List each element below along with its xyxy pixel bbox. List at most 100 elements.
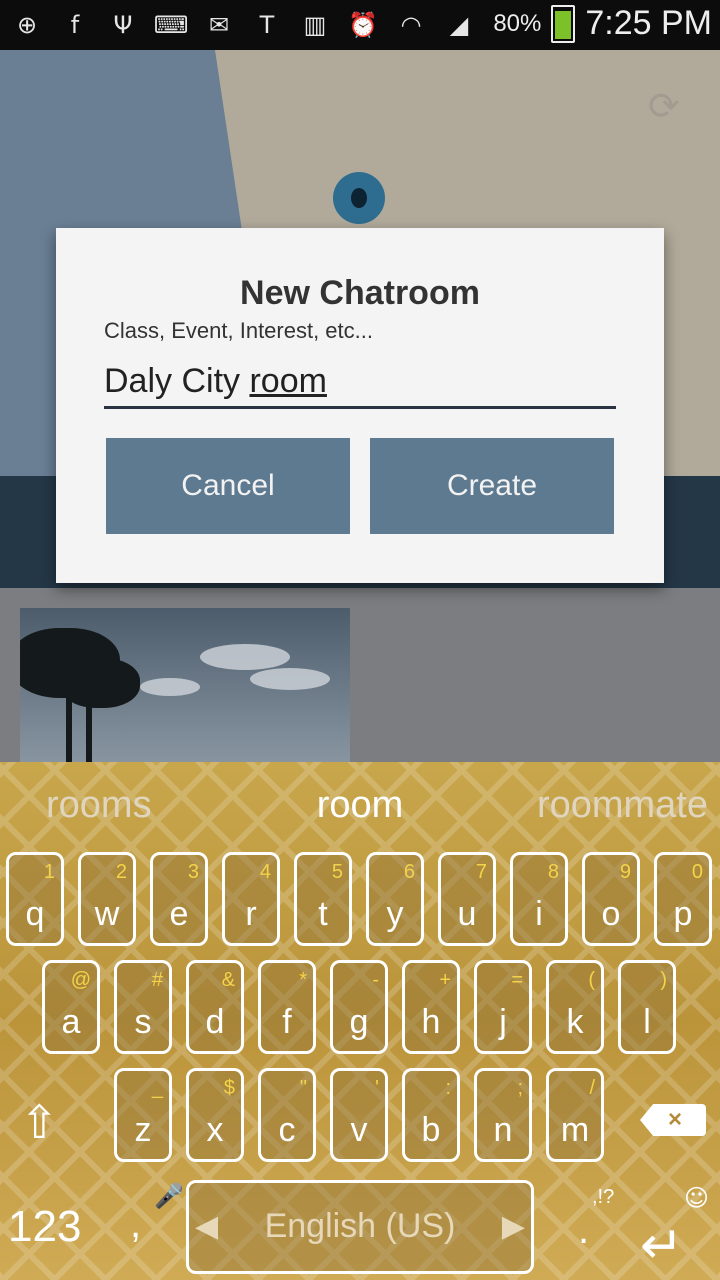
key-e[interactable]: 3e: [150, 852, 208, 946]
key-label: j: [499, 1003, 507, 1041]
key-label: t: [318, 895, 328, 933]
key-alt-label: 5: [331, 861, 343, 883]
key-p[interactable]: 0p: [654, 852, 712, 946]
emoji-icon[interactable]: ☺: [684, 1184, 709, 1212]
key-alt-label: @: [70, 969, 91, 991]
key-x[interactable]: $ x: [186, 1068, 244, 1162]
key-u[interactable]: 7u: [438, 852, 496, 946]
numbers-key[interactable]: 123: [8, 1202, 81, 1252]
backspace-key[interactable]: ×: [640, 1104, 706, 1136]
key-label: r: [245, 895, 257, 933]
chatroom-name-input[interactable]: Daly City room: [104, 362, 616, 409]
key-label: h: [421, 1003, 441, 1041]
gmail-icon: ✉: [208, 11, 230, 39]
key-label: a: [61, 1003, 81, 1041]
key-label: i: [535, 895, 543, 933]
key-label: n: [493, 1111, 513, 1149]
microphone-icon[interactable]: 🎤: [154, 1182, 184, 1210]
key-j[interactable]: = j: [474, 960, 532, 1054]
key-a[interactable]: @ a: [42, 960, 100, 1054]
key-g[interactable]: -g: [330, 960, 388, 1054]
key-label: f: [282, 1003, 292, 1041]
key-l[interactable]: ) l: [618, 960, 676, 1054]
key-d[interactable]: & d: [186, 960, 244, 1054]
dialog-hint: Class, Event, Interest, etc...: [104, 318, 373, 343]
key-alt-label: 3: [187, 861, 199, 883]
key-c[interactable]: " c: [258, 1068, 316, 1162]
key-label: c: [278, 1111, 296, 1149]
key-alt-label: /: [589, 1077, 595, 1099]
key-r[interactable]: 4r: [222, 852, 280, 946]
key-alt-label: _: [151, 1077, 163, 1099]
cancel-button[interactable]: Cancel: [106, 438, 350, 534]
key-alt-label: ": [299, 1077, 307, 1099]
language-right-icon: ▶: [501, 1209, 525, 1244]
key-alt-label: (: [588, 969, 595, 991]
key-i[interactable]: 8i: [510, 852, 568, 946]
key-alt-label: ): [660, 969, 667, 991]
usb-icon: Ψ: [113, 11, 133, 39]
key-w[interactable]: 2w: [78, 852, 136, 946]
create-button[interactable]: Create: [370, 438, 614, 534]
key-label: v: [350, 1111, 368, 1149]
key-alt-label: ': [375, 1077, 379, 1099]
key-label: o: [601, 895, 621, 933]
alarm-icon: ⏰: [348, 11, 378, 39]
key-alt-label: 1: [43, 861, 55, 883]
tmobile-icon: T: [259, 11, 275, 39]
key-label: y: [386, 895, 404, 933]
room-thumbnail[interactable]: [20, 608, 350, 762]
key-z[interactable]: _ z: [114, 1068, 172, 1162]
key-t[interactable]: 5t: [294, 852, 352, 946]
key-alt-label: ;: [517, 1077, 523, 1099]
composing-word: room: [249, 362, 327, 400]
add-icon: ⊕: [16, 11, 38, 39]
key-q[interactable]: 1q: [6, 852, 64, 946]
key-n[interactable]: ; n: [474, 1068, 532, 1162]
period-key[interactable]: .: [578, 1208, 589, 1253]
suggestion-left[interactable]: rooms: [46, 784, 152, 827]
key-label: k: [566, 1003, 584, 1041]
new-chatroom-dialog: New Chatroom Class, Event, Interest, etc…: [56, 228, 664, 583]
key-label: z: [134, 1111, 152, 1149]
key-o[interactable]: 9o: [582, 852, 640, 946]
key-m[interactable]: / m: [546, 1068, 604, 1162]
shift-key[interactable]: ⇧: [20, 1095, 74, 1149]
key-alt-label: 6: [403, 861, 415, 883]
keyboard-icon: ⌨: [153, 11, 189, 39]
key-label: q: [25, 895, 45, 933]
enter-key[interactable]: ↵: [640, 1216, 684, 1276]
key-label: l: [643, 1003, 651, 1041]
key-k[interactable]: (k: [546, 960, 604, 1054]
space-key[interactable]: ◀ English (US) ▶: [186, 1180, 534, 1274]
key-y[interactable]: 6y: [366, 852, 424, 946]
key-label: s: [134, 1003, 152, 1041]
key-s[interactable]: # s: [114, 960, 172, 1054]
key-alt-label: -: [372, 969, 379, 991]
punctuation-hint: ,!?: [592, 1186, 615, 1208]
key-f[interactable]: * f: [258, 960, 316, 1054]
comma-key[interactable]: ,: [130, 1202, 141, 1247]
dialog-title: New Chatroom: [240, 274, 480, 312]
key-alt-label: +: [439, 969, 451, 991]
key-v[interactable]: ' v: [330, 1068, 388, 1162]
key-label: m: [560, 1111, 590, 1149]
key-label: e: [169, 895, 189, 933]
key-b[interactable]: :b: [402, 1068, 460, 1162]
wifi-icon: ◠: [400, 11, 422, 39]
nfc-icon: ▥: [303, 11, 327, 39]
status-bar: ⊕ f Ψ ⌨ ✉ T ▥ ⏰ ◠ ◢ 80% 7:25 PM: [0, 0, 720, 50]
location-pin-icon[interactable]: [333, 172, 385, 224]
clock: 7:25 PM: [585, 4, 712, 42]
key-h[interactable]: + h: [402, 960, 460, 1054]
key-alt-label: #: [151, 969, 163, 991]
space-label: English (US): [264, 1207, 456, 1245]
input-text: Daly City: [104, 362, 250, 400]
refresh-icon[interactable]: ⟳: [648, 84, 680, 128]
key-alt-label: *: [299, 969, 307, 991]
signal-icon: ◢: [449, 11, 469, 39]
key-alt-label: $: [223, 1077, 235, 1099]
suggestion-right[interactable]: roommate: [537, 784, 708, 827]
key-alt-label: 4: [259, 861, 271, 883]
key-label: u: [457, 895, 477, 933]
